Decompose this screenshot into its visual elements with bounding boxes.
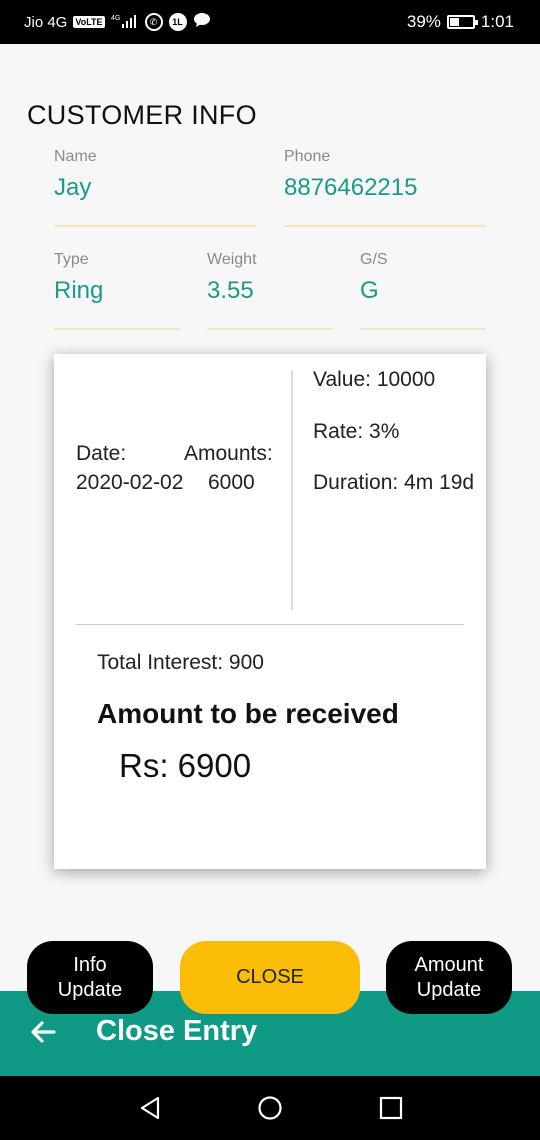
whatsapp-icon: ✆ [144,13,163,31]
name-label: Name [54,148,97,165]
battery-percent: 39% [406,12,441,31]
message-icon [193,12,211,32]
battery-icon [446,15,478,29]
svg-text:4G: 4G [111,15,120,22]
amount-update-line1: Amount [414,953,484,976]
phone-label: Phone [284,148,331,165]
amount-rs: Rs: 6900 [119,747,252,784]
info-update-line2: Update [57,978,123,1001]
name-value: Jay [54,174,92,201]
close-label: CLOSE [236,966,304,988]
triangle-back-icon[interactable] [138,1096,162,1125]
weight-label: Weight [207,251,257,268]
date-value: 2020-02-02 [76,471,184,494]
phone-value: 8876462215 [284,174,418,201]
volte-badge: VoLTE [73,16,105,28]
vertical-divider [291,370,293,610]
bar-title: Close Entry [96,1015,258,1047]
duration-text: Duration: 4m 19d [313,471,475,494]
circle-home-icon[interactable] [257,1095,283,1126]
carrier-label: Jio 4G [24,13,68,31]
summary-card: Date: Amounts: 2020-02-02 6000 Value: 10… [54,354,486,869]
system-nav-bar [0,1076,540,1140]
total-interest: Total Interest: 900 [97,651,264,674]
date-label: Date: [76,442,127,465]
phone-field[interactable]: Phone 8876462215 [284,148,486,228]
info-update-button[interactable]: Info Update [27,941,153,1014]
gs-field[interactable]: G/S G [360,251,486,331]
weight-value: 3.55 [207,277,254,304]
status-right: 39% 1:01 [407,12,514,32]
value-text: Value: 10000 [313,368,436,391]
amount-update-line2: Update [416,978,482,1001]
type-underline [54,328,180,330]
close-button[interactable]: CLOSE [180,941,360,1014]
amount-update-button[interactable]: Amount Update [386,941,512,1014]
status-left: Jio 4G VoLTE 4G ✆ 1L [24,12,211,32]
notification-icon: 1L [168,13,187,31]
gs-label: G/S [360,251,388,268]
square-recents-icon[interactable] [379,1096,403,1125]
amounts-label: Amounts: [184,442,273,465]
gs-underline [360,328,486,330]
info-update-line1: Info [73,953,107,976]
phone-underline [284,225,486,227]
type-field[interactable]: Type Ring [54,251,180,331]
gs-value: G [360,277,379,304]
arrow-left-icon[interactable] [28,1017,58,1047]
weight-underline [207,328,333,330]
page-title: CUSTOMER INFO [27,100,257,130]
weight-field[interactable]: Weight 3.55 [207,251,333,331]
amount-value: 6000 [208,471,255,494]
signal-icon: 4G [111,13,139,32]
type-label: Type [54,251,89,268]
clock: 1:01 [480,12,514,31]
horizontal-divider [76,624,464,625]
type-value: Ring [54,277,104,304]
name-field[interactable]: Name Jay [54,148,256,228]
rate-text: Rate: 3% [313,420,400,443]
name-underline [54,225,256,227]
status-bar: Jio 4G VoLTE 4G ✆ 1L 39% 1:01 [0,0,540,44]
amount-heading: Amount to be received [97,698,399,729]
